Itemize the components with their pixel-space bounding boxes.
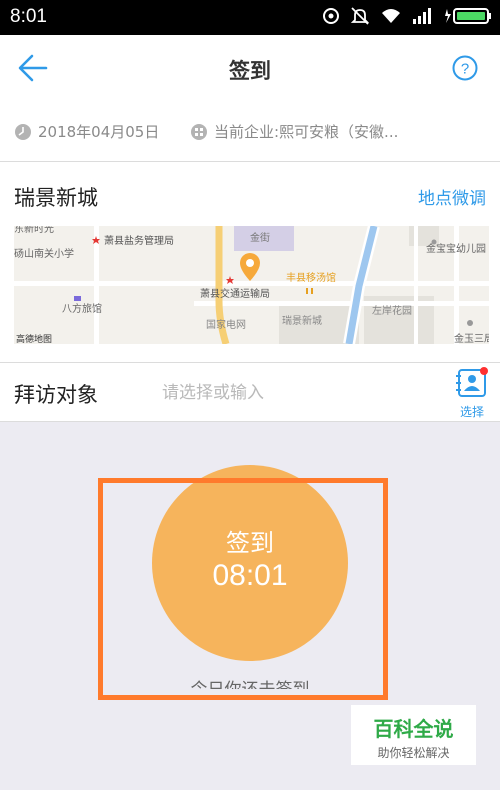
map-label: 国家电网 bbox=[206, 318, 246, 331]
nav-bar: 签到 ? bbox=[0, 35, 500, 101]
watermark-title: 百科全说 bbox=[373, 717, 454, 741]
map-label: 萧县盐务管理局 bbox=[104, 234, 174, 247]
visit-target-input[interactable] bbox=[160, 377, 444, 409]
page-title: 签到 bbox=[229, 60, 271, 83]
status-icons bbox=[322, 7, 492, 25]
select-contact-button[interactable]: 选择 bbox=[454, 367, 490, 419]
headset-icon bbox=[323, 8, 339, 24]
company-item: 当前企业:熙可安粮（安徽... bbox=[190, 121, 398, 142]
date-item: 2018年04月05日 bbox=[14, 121, 159, 142]
location-name: 瑞景新城 bbox=[14, 186, 98, 210]
visit-target-row: 拜访对象 选择 bbox=[0, 363, 500, 422]
svg-text:?: ? bbox=[461, 61, 469, 78]
status-time: 8:01 bbox=[10, 6, 47, 27]
help-icon[interactable]: ? bbox=[452, 55, 478, 81]
map-label: 丰县移汤馆 bbox=[286, 271, 336, 284]
map-label: 砀山南关小学 bbox=[14, 247, 74, 260]
status-bar: 8:01 bbox=[0, 0, 500, 35]
select-label: 选择 bbox=[459, 405, 484, 419]
map-graphic: 东新时光 砀山南关小学 萧县盐务管理局 萧县交通运输局 丰县移汤馆 金宝宝幼儿园… bbox=[14, 226, 489, 344]
contact-book-icon bbox=[456, 367, 488, 397]
visit-target-label: 拜访对象 bbox=[14, 383, 98, 407]
signal-icon bbox=[413, 8, 431, 24]
map-label: 萧县交通运输局 bbox=[200, 287, 270, 300]
clock-icon bbox=[15, 123, 31, 140]
mute-icon bbox=[350, 7, 370, 25]
map-label: 瑞景新城 bbox=[282, 314, 322, 327]
map-label: 左岸花园 bbox=[372, 304, 412, 317]
location-adjust-link[interactable]: 地点微调 bbox=[418, 184, 486, 209]
map-label: 金玉三局 bbox=[454, 332, 489, 344]
highlight-box bbox=[98, 478, 388, 700]
watermark: 百科全说 助你轻松解决 bbox=[351, 705, 476, 765]
map-label: 东新时光 bbox=[14, 226, 54, 235]
wifi-icon bbox=[382, 9, 400, 23]
battery-icon bbox=[445, 8, 491, 24]
map-label: 金宝宝幼儿园 bbox=[426, 242, 486, 255]
map-view[interactable]: 东新时光 砀山南关小学 萧县盐务管理局 萧县交通运输局 丰县移汤馆 金宝宝幼儿园… bbox=[14, 226, 489, 344]
map-label: 高德地图 bbox=[16, 333, 52, 344]
map-label: 八方旅馆 bbox=[62, 302, 102, 315]
info-row: 2018年04月05日 当前企业:熙可安粮（安徽... bbox=[0, 101, 500, 162]
location-card: 瑞景新城 地点微调 东新时光 砀山南关小学 萧县盐务管理局 萧县交通运输局 丰县… bbox=[0, 162, 500, 363]
company-text: 当前企业:熙可安粮（安徽... bbox=[214, 123, 399, 141]
company-icon bbox=[191, 123, 207, 140]
date-text: 2018年04月05日 bbox=[38, 123, 160, 141]
map-label: 金街 bbox=[250, 231, 270, 244]
watermark-subtitle: 助你轻松解决 bbox=[377, 746, 450, 760]
